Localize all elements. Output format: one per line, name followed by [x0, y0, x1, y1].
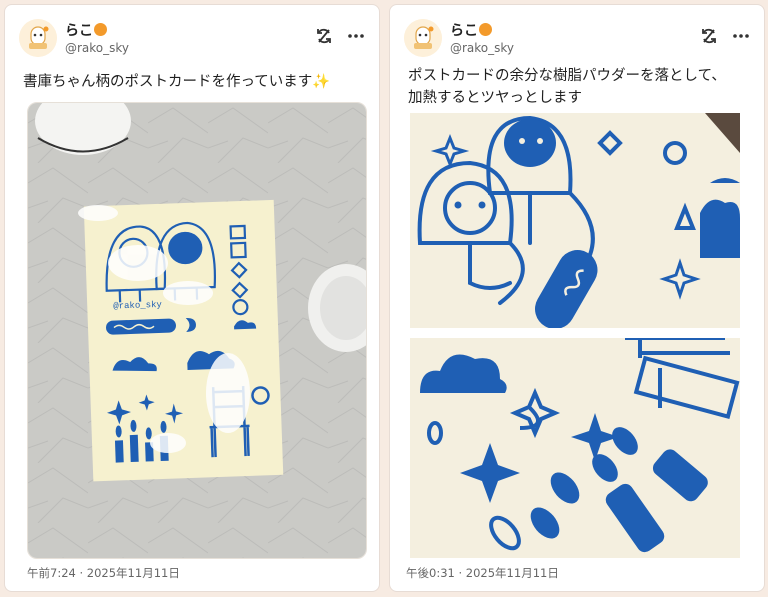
post-photo[interactable]: [410, 113, 740, 328]
post-text: 書庫ちゃん柄のポストカードを作っています✨: [23, 74, 331, 90]
more-horizontal-icon[interactable]: [730, 25, 752, 47]
avatar[interactable]: [19, 19, 57, 57]
author-handle[interactable]: @rako_sky: [450, 41, 514, 55]
card-print-text: @rako_sky: [113, 300, 163, 312]
post-card[interactable]: らこ @rako_sky ポストカードの余分な樹脂パウダーを落として、 加熱する…: [389, 4, 765, 592]
orange-emoji-icon: [479, 23, 492, 36]
author-handle[interactable]: @rako_sky: [65, 41, 129, 55]
author-name[interactable]: らこ: [450, 20, 492, 40]
orange-emoji-icon: [94, 23, 107, 36]
post-text: ポストカードの余分な樹脂パウダーを落として、 加熱するとツヤっとします: [408, 65, 750, 109]
avatar[interactable]: [404, 19, 442, 57]
post-header: らこ @rako_sky: [19, 17, 367, 61]
post-text-line: 加熱するとツヤっとします: [408, 90, 582, 106]
post-header: らこ @rako_sky: [404, 17, 752, 61]
author-name[interactable]: らこ: [65, 20, 107, 40]
sync-slash-icon[interactable]: [698, 25, 720, 47]
sync-slash-icon[interactable]: [313, 25, 335, 47]
more-horizontal-icon[interactable]: [345, 25, 367, 47]
timestamp[interactable]: 午前7:24 · 2025年11月11日: [27, 565, 180, 581]
post-photo[interactable]: [410, 338, 740, 558]
post-photo[interactable]: @rako_sky: [27, 102, 367, 559]
post-card[interactable]: らこ @rako_sky 書庫ちゃん柄のポストカードを作っています✨ @rako…: [4, 4, 380, 592]
post-text-line: ポストカードの余分な樹脂パウダーを落として、: [408, 68, 726, 84]
timestamp[interactable]: 午後0:31 · 2025年11月11日: [406, 565, 559, 581]
